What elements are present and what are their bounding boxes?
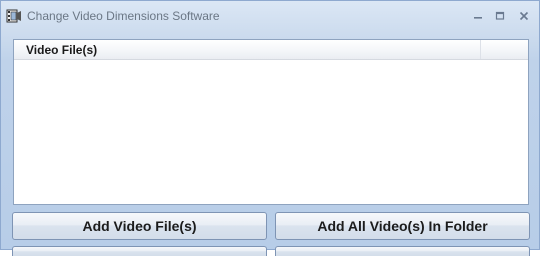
column-header-label: Video File(s) xyxy=(26,43,98,57)
close-icon[interactable] xyxy=(514,7,534,25)
app-window: Change Video Dimensions Software Video F… xyxy=(0,0,540,256)
second-row-left-button[interactable] xyxy=(12,246,267,256)
window-title: Change Video Dimensions Software xyxy=(27,9,220,23)
title-bar[interactable]: Change Video Dimensions Software xyxy=(1,1,539,32)
list-header: Video File(s) xyxy=(14,40,528,60)
add-video-files-button[interactable]: Add Video File(s) xyxy=(12,212,267,240)
column-header-video-files[interactable]: Video File(s) xyxy=(14,40,481,59)
list-body[interactable] xyxy=(14,60,528,204)
minimize-icon[interactable] xyxy=(468,7,488,25)
film-app-icon[interactable] xyxy=(6,8,22,24)
add-all-videos-in-folder-button[interactable]: Add All Video(s) In Folder xyxy=(275,212,530,240)
video-file-list[interactable]: Video File(s) xyxy=(13,39,529,205)
maximize-icon[interactable] xyxy=(490,7,510,25)
second-row-right-button[interactable] xyxy=(275,246,530,256)
